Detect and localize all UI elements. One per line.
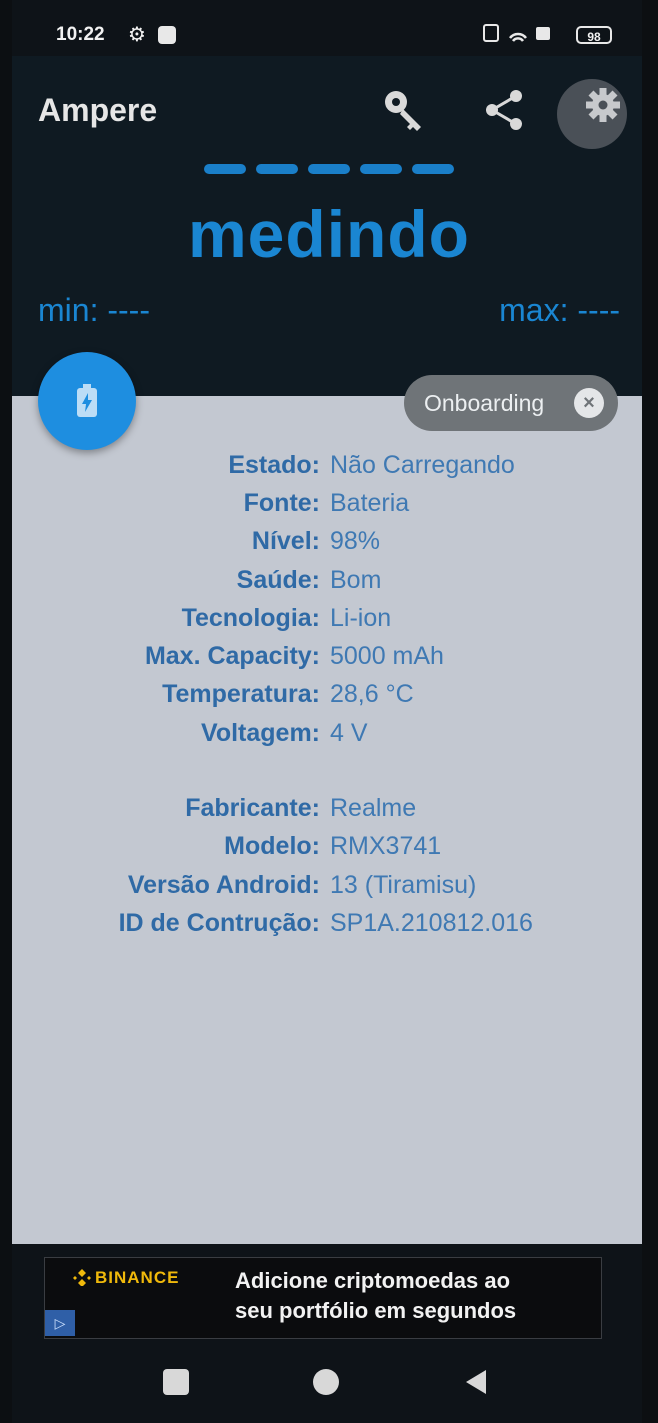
info-row-nivel: Nível: 98% <box>12 523 642 561</box>
key-button[interactable] <box>374 80 434 140</box>
navigation-bar <box>12 1352 642 1412</box>
info-value: Bateria <box>330 488 410 517</box>
screen: 10:22 ⚙ 98 Ampere medindo min: ---- max:… <box>12 0 642 1423</box>
key-icon <box>385 91 421 131</box>
status-time: 10:22 <box>56 24 105 45</box>
info-panel: Onboarding × Estado: Não Carregando Font… <box>12 352 642 1244</box>
ad-choices-icon[interactable]: ▷ <box>45 1310 75 1336</box>
info-value: Realme <box>330 794 417 823</box>
info-key: Fonte: <box>243 488 320 517</box>
share-button[interactable] <box>474 80 534 140</box>
info-value: SP1A.210812.016 <box>330 908 533 937</box>
info-list: Estado: Não Carregando Fonte: Bateria Ní… <box>12 446 642 943</box>
app-title: Ampere <box>38 92 158 128</box>
ad-text: Adicione criptomoedas ao seu portfólio e… <box>235 1266 516 1326</box>
info-row-saude: Saúde: Bom <box>12 561 642 599</box>
info-key: ID de Contrução: <box>118 908 320 937</box>
ad-line-1: Adicione criptomoedas ao <box>235 1268 511 1293</box>
info-value: 98% <box>330 527 381 556</box>
ad-brand-name: BINANCE <box>95 1268 180 1287</box>
info-row-fabricante: Fabricante: Realme <box>12 789 642 827</box>
ad-line-2: seu portfólio em segundos <box>235 1298 517 1323</box>
close-icon[interactable]: × <box>574 388 604 418</box>
info-key: Saúde: <box>236 565 320 594</box>
measure-status: medindo <box>188 197 470 271</box>
info-key: Tecnologia: <box>181 603 320 632</box>
status-notification-icon <box>158 26 176 44</box>
info-value: Bom <box>330 565 382 594</box>
info-row-tecnologia: Tecnologia: Li-ion <box>12 599 642 637</box>
info-value: 4 V <box>330 718 368 747</box>
share-icon <box>486 90 522 130</box>
info-value: Não Carregando <box>330 450 515 479</box>
phone-frame: 10:22 ⚙ 98 Ampere medindo min: ---- max:… <box>0 0 658 1423</box>
ad-banner[interactable]: BINANCE Adicione criptomoedas ao seu por… <box>44 1257 602 1339</box>
info-key: Temperatura: <box>162 680 320 709</box>
gear-icon <box>557 79 627 149</box>
info-key: Versão Android: <box>127 870 320 899</box>
info-value: RMX3741 <box>330 832 442 861</box>
min-reading: min: ---- <box>38 292 150 328</box>
info-row-modelo: Modelo: RMX3741 <box>12 828 642 866</box>
onboarding-label: Onboarding <box>424 389 545 416</box>
onboarding-chip[interactable]: Onboarding × <box>404 375 618 431</box>
reading-placeholder <box>204 164 454 174</box>
info-row-android-version: Versão Android: 13 (Tiramisu) <box>12 866 642 904</box>
info-value: 13 (Tiramisu) <box>330 870 477 899</box>
wifi-icon <box>483 24 550 42</box>
status-bar: 10:22 ⚙ 98 <box>12 18 642 54</box>
ad-brand: BINANCE <box>73 1268 179 1288</box>
info-value: 5000 mAh <box>330 642 444 671</box>
info-value: 28,6 °C <box>330 680 414 709</box>
info-row-voltagem: Voltagem: 4 V <box>12 714 642 752</box>
recents-icon <box>163 1369 189 1395</box>
info-row-capacity: Max. Capacity: 5000 mAh <box>12 637 642 675</box>
info-key: Modelo: <box>224 832 320 861</box>
info-row-build-id: ID de Contrução: SP1A.210812.016 <box>12 904 642 942</box>
status-settings-icon: ⚙ <box>128 24 146 46</box>
battery-fab-button[interactable] <box>38 352 136 450</box>
info-key: Estado: <box>228 450 320 479</box>
info-key: Max. Capacity: <box>144 642 320 671</box>
home-icon <box>313 1369 339 1395</box>
info-row-fonte: Fonte: Bateria <box>12 484 642 522</box>
binance-logo-icon <box>73 1269 91 1287</box>
info-key: Fabricante: <box>185 794 320 823</box>
info-key: Nível: <box>251 527 320 556</box>
info-row-estado: Estado: Não Carregando <box>12 446 642 484</box>
battery-indicator: 98 <box>576 26 612 44</box>
max-reading: max: ---- <box>499 292 620 328</box>
back-button[interactable] <box>454 1360 498 1404</box>
back-icon <box>466 1370 486 1394</box>
info-value: Li-ion <box>330 603 392 632</box>
battery-charging-icon <box>77 384 97 417</box>
settings-button[interactable] <box>552 74 632 154</box>
info-key: Voltagem: <box>201 718 320 747</box>
status-signal-icons <box>482 22 554 49</box>
info-row-temperatura: Temperatura: 28,6 °C <box>12 676 642 714</box>
app-header: Ampere medindo min: ---- max: ---- <box>12 56 642 396</box>
recents-button[interactable] <box>154 1360 198 1404</box>
home-button[interactable] <box>304 1360 348 1404</box>
